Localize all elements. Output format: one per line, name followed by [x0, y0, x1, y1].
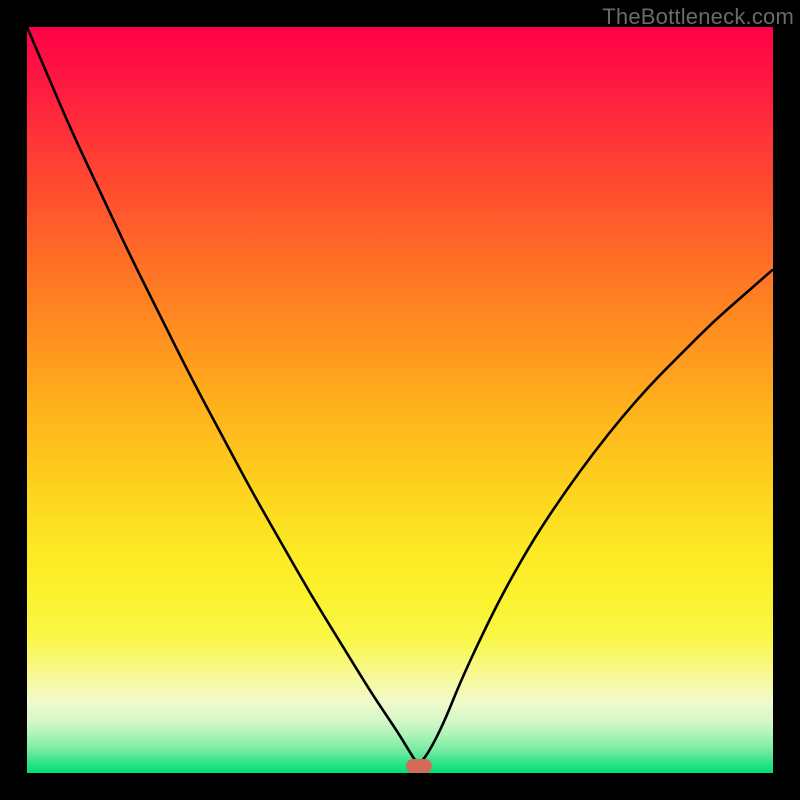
- curve-right-branch: [419, 269, 773, 765]
- watermark-text: TheBottleneck.com: [602, 4, 794, 30]
- chart-frame: TheBottleneck.com: [0, 0, 800, 800]
- minimum-marker: [406, 759, 432, 773]
- curve-left-branch: [27, 27, 419, 766]
- plot-area: [27, 27, 773, 773]
- bottleneck-curve: [27, 27, 773, 773]
